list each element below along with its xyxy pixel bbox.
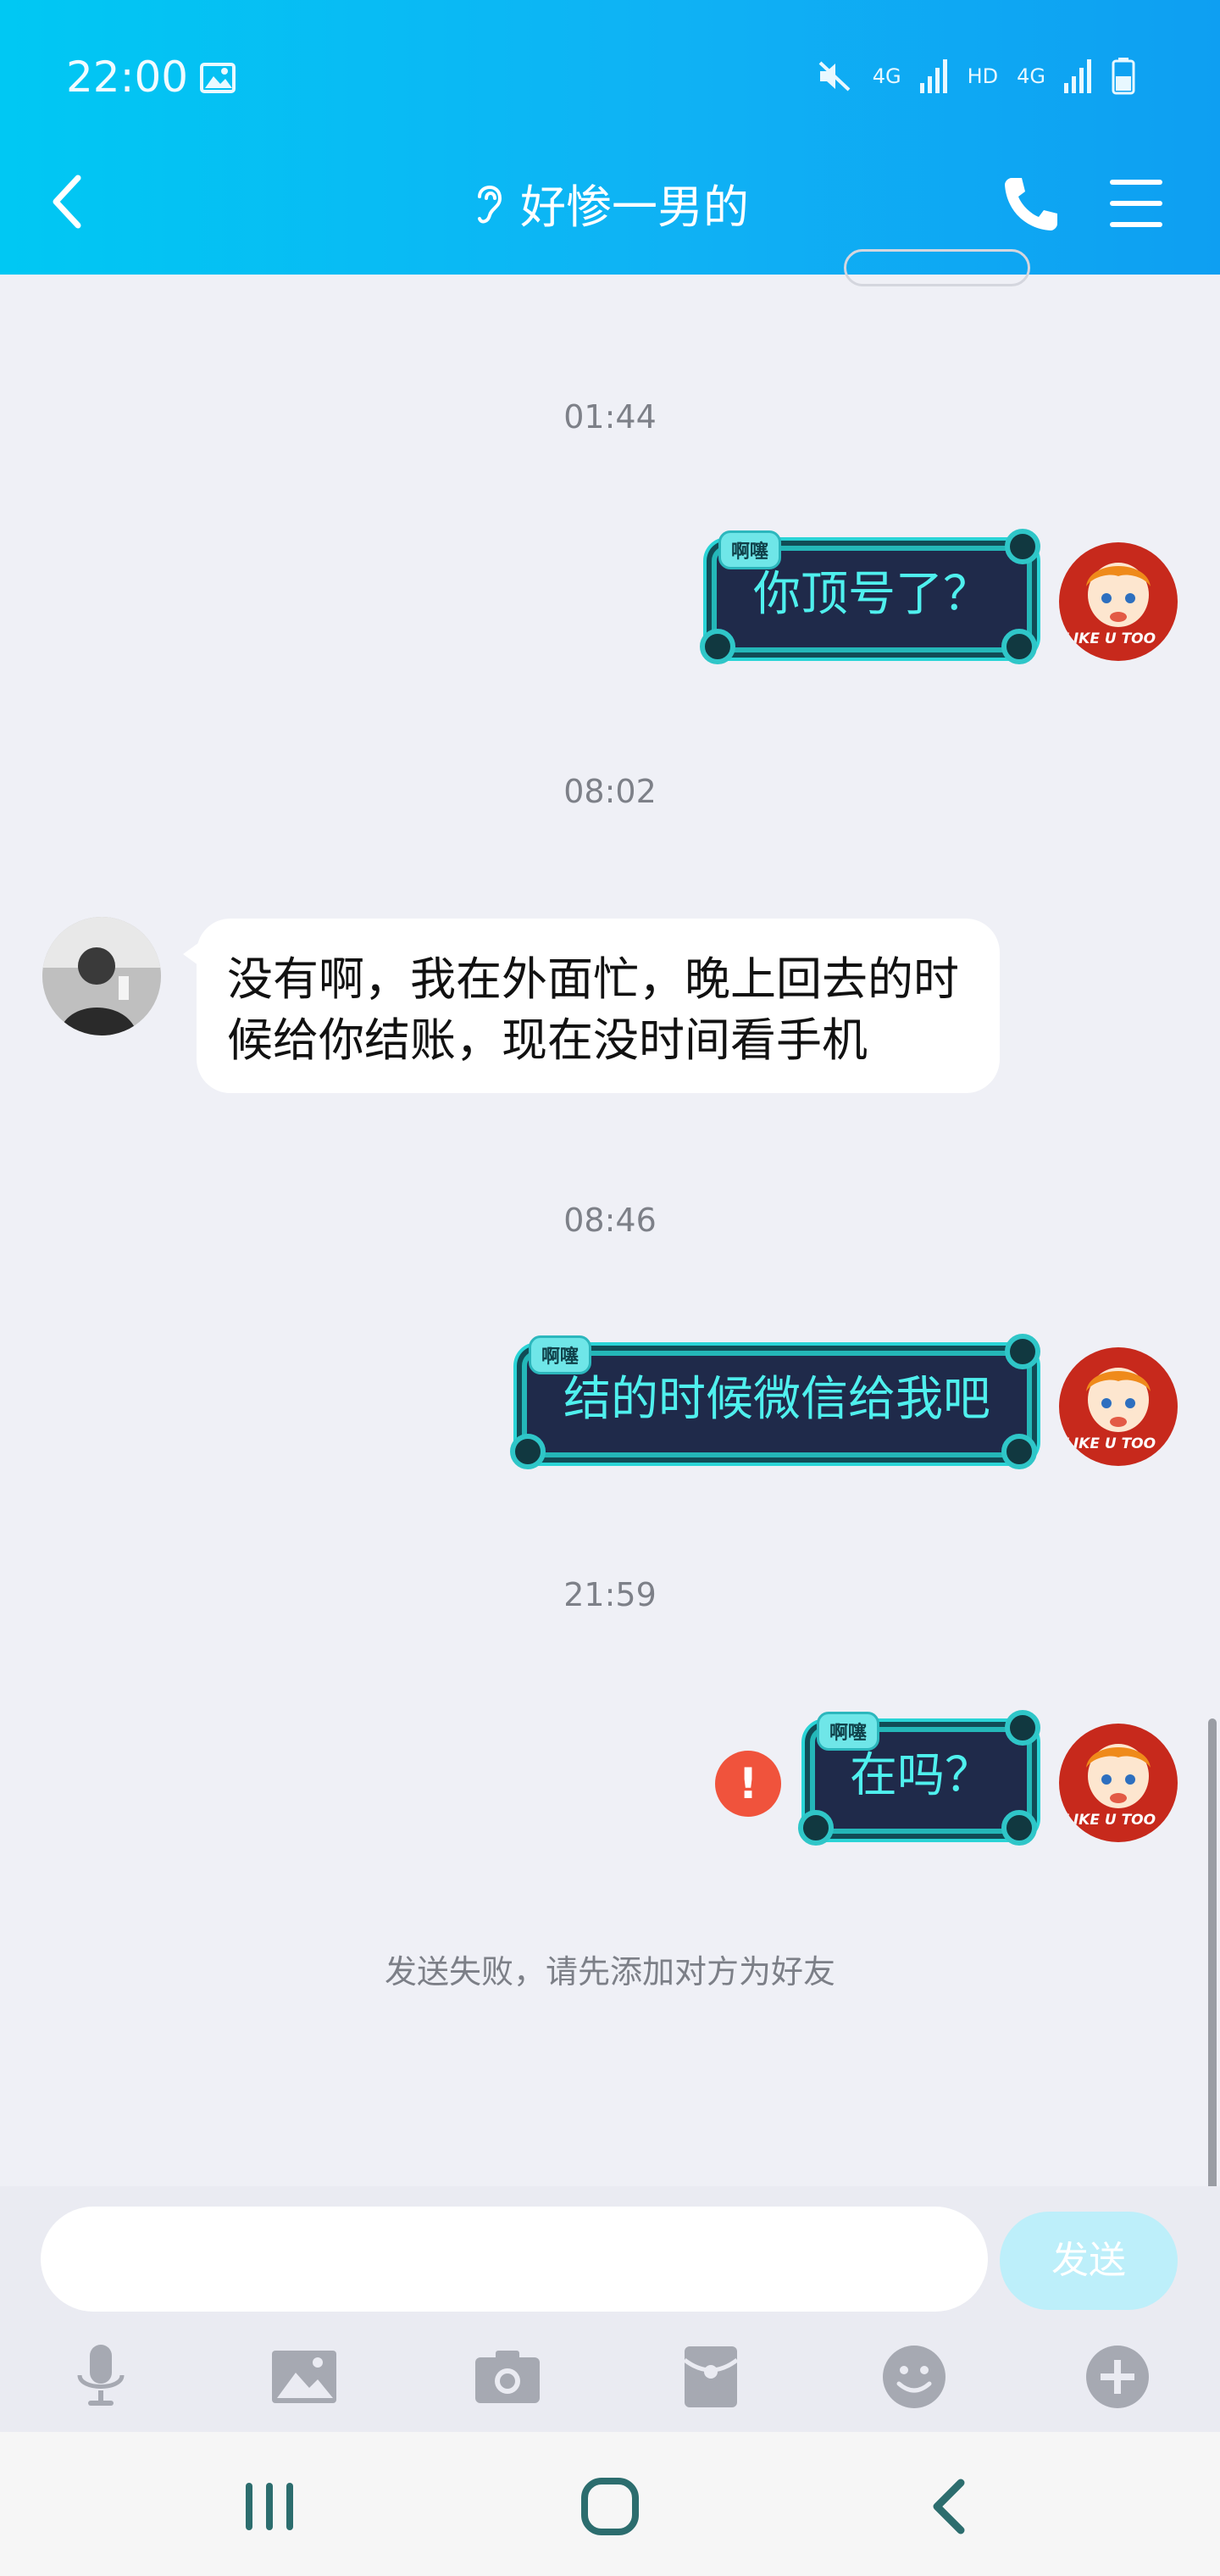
hd-label: HD [967, 64, 999, 88]
menu-button[interactable] [1108, 176, 1164, 230]
bubble-tag: 啊噻 [529, 1335, 592, 1374]
chat-area[interactable]: 01:44 你顶号了？ 啊噻 LIKE U TOO 08:02 没有啊，我在外面… [0, 249, 1220, 2186]
system-navigation-bar [0, 2432, 1220, 2576]
avatar-label: LIKE U TOO [1064, 1435, 1156, 1452]
home-icon[interactable] [568, 2464, 652, 2549]
voice-button[interactable] [63, 2339, 139, 2415]
timestamp: 08:02 [563, 773, 657, 810]
status-time: 22:00 [66, 53, 189, 102]
camera-button[interactable] [469, 2339, 546, 2415]
back-nav-icon[interactable] [908, 2464, 993, 2549]
ear-icon [478, 185, 502, 223]
previous-message-edge [844, 249, 1030, 286]
bubble-tag: 啊噻 [718, 530, 782, 569]
bubble-gear-decoration [1001, 1810, 1037, 1846]
message-bubble[interactable]: 你顶号了？ 啊噻 [690, 529, 1054, 675]
send-failed-icon[interactable]: ! [715, 1751, 781, 1817]
system-note: 发送失败，请先添加对方为好友 [384, 1953, 835, 1990]
message-input[interactable] [41, 2207, 988, 2312]
timestamp: 08:46 [563, 1202, 657, 1239]
image-icon [272, 2351, 336, 2403]
timestamp: 01:44 [563, 398, 657, 436]
status-indicators: 4G HD 4G [817, 58, 1135, 95]
bubble-tag: 啊噻 [817, 1712, 880, 1751]
bubble-gear-decoration [1001, 1434, 1037, 1469]
more-button[interactable] [1079, 2339, 1156, 2415]
chat-scrollbar[interactable] [1208, 1718, 1217, 2210]
network-type-1: 4G [872, 64, 901, 88]
contact-avatar[interactable] [42, 917, 161, 1035]
message-bubble-incoming[interactable]: 没有啊，我在外面忙，晚上回去的时候给你结账，现在没时间看手机 [183, 919, 1000, 1093]
signal-icon-2 [1064, 59, 1091, 93]
red-envelope-button[interactable] [673, 2339, 749, 2415]
message-bubble[interactable]: 结的时候微信给我吧 啊噻 [500, 1334, 1054, 1480]
bubble-gear-decoration [700, 629, 735, 664]
input-area: 发送 [0, 2186, 1220, 2432]
emoji-icon [883, 2346, 946, 2408]
signal-icon [919, 59, 947, 93]
emoji-button[interactable] [876, 2339, 952, 2415]
bubble-gear-decoration [1001, 629, 1037, 664]
input-toolbar [0, 2330, 1220, 2423]
bubble-gear-decoration [1005, 529, 1040, 564]
avatar-label: LIKE U TOO [1064, 630, 1156, 647]
person-photo-icon [42, 917, 161, 1035]
my-avatar[interactable]: LIKE U TOO [1059, 1724, 1178, 1842]
bubble-gear-decoration [1005, 1334, 1040, 1369]
my-avatar[interactable]: LIKE U TOO [1059, 1347, 1178, 1466]
battery-icon [1112, 58, 1135, 95]
chat-header: 22:00 4G HD 4G 好惨一男的 [0, 0, 1220, 275]
recent-apps-icon[interactable] [227, 2464, 312, 2549]
bubble-gear-decoration [510, 1434, 546, 1469]
mute-icon [818, 61, 851, 92]
phone-call-button[interactable] [1000, 171, 1064, 236]
gallery-notification-icon [200, 63, 236, 93]
plus-icon [1086, 2346, 1149, 2408]
microphone-icon [77, 2345, 125, 2406]
my-avatar[interactable]: LIKE U TOO [1059, 542, 1178, 661]
chat-title: 好惨一男的 [520, 180, 749, 234]
status-bar: 22:00 4G HD 4G [0, 0, 1220, 153]
bubble-gear-decoration [1005, 1710, 1040, 1746]
photo-button[interactable] [266, 2339, 342, 2415]
red-envelope-icon [683, 2346, 739, 2407]
avatar-label: LIKE U TOO [1064, 1812, 1156, 1829]
bubble-gear-decoration [798, 1810, 834, 1846]
camera-icon [475, 2351, 540, 2403]
timestamp: 21:59 [563, 1576, 657, 1613]
network-type-2: 4G [1017, 64, 1045, 88]
nav-bar: 好惨一男的 [0, 161, 1220, 246]
send-button[interactable]: 发送 [1000, 2212, 1178, 2310]
message-bubble[interactable]: 在吗？ 啊噻 [788, 1710, 1054, 1856]
